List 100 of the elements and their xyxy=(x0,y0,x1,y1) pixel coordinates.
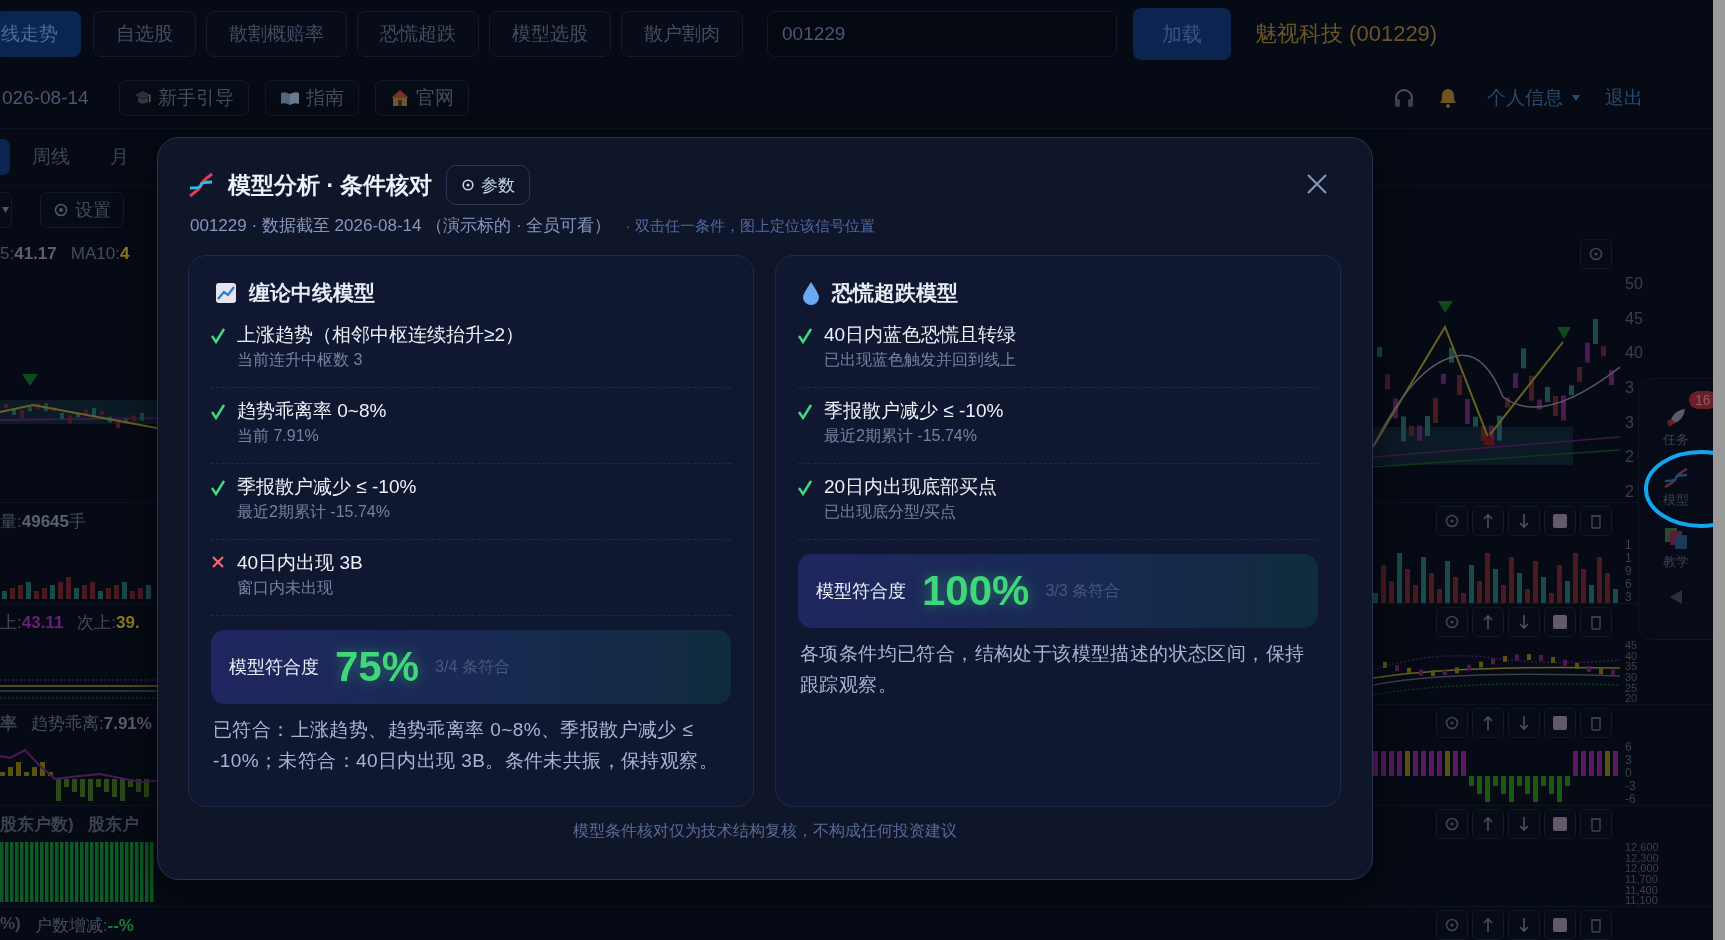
arrow-up-icon[interactable] xyxy=(1472,607,1504,637)
arrow-down-icon[interactable] xyxy=(1508,607,1540,637)
arrow-up-icon[interactable] xyxy=(1472,708,1504,738)
condition-row[interactable]: 趋势乖离率 0~8% 当前 7.91% xyxy=(211,388,731,464)
volume-bar xyxy=(1453,577,1458,603)
settings-icon[interactable] xyxy=(1580,239,1612,269)
volume-bar xyxy=(1533,561,1538,603)
candle xyxy=(4,404,8,408)
square-icon[interactable] xyxy=(1544,607,1576,637)
nav-tab[interactable]: 散户割肉 xyxy=(621,11,743,57)
headphones-icon[interactable] xyxy=(1393,87,1415,109)
trash-icon[interactable] xyxy=(1580,910,1612,940)
settings-icon[interactable] xyxy=(1436,910,1468,940)
nav-tab[interactable]: 模型选股 xyxy=(489,11,611,57)
candle xyxy=(1587,665,1591,672)
trash-icon[interactable] xyxy=(1580,809,1612,839)
user-menu[interactable]: 个人信息 xyxy=(1485,85,1583,111)
indicator-reading: MA10:4 xyxy=(70,244,130,264)
candle xyxy=(1521,348,1526,369)
macd-bar xyxy=(1501,776,1506,794)
candle xyxy=(1419,669,1423,676)
trash-icon[interactable] xyxy=(1580,607,1612,637)
bell-icon[interactable] xyxy=(1437,87,1459,109)
stock-code-field[interactable]: 001229 xyxy=(767,11,1117,57)
condition-detail: 已出现蓝色触发并回到线上 xyxy=(824,350,1017,370)
period-tab[interactable]: 周线 xyxy=(14,139,88,175)
candle xyxy=(1465,399,1470,425)
condition-row[interactable]: 40日内出现 3B 窗口内未出现 xyxy=(211,540,731,616)
settings-icon[interactable] xyxy=(1436,506,1468,536)
condition-detail: 最近2期累计 -15.74% xyxy=(237,502,391,522)
macd-bar xyxy=(1437,751,1442,776)
dropdown[interactable] xyxy=(0,192,12,228)
trash-icon[interactable] xyxy=(1580,708,1612,738)
volume-bar xyxy=(1557,565,1562,603)
macd-bar xyxy=(48,772,53,776)
indicator-title: 股东户 xyxy=(87,813,139,836)
volume-bar xyxy=(106,588,111,599)
macd-bar xyxy=(72,779,77,792)
volume-bar xyxy=(1581,569,1586,603)
macd-bar xyxy=(1445,751,1450,776)
hint-text: · 双击任一条件，图上定位该信号位置 xyxy=(625,217,875,236)
settings-button[interactable]: 设置 xyxy=(40,192,124,228)
settings-icon[interactable] xyxy=(1436,809,1468,839)
link-button[interactable]: 新手引导 xyxy=(118,80,249,116)
macd-bar xyxy=(144,779,149,797)
arrow-down-icon[interactable] xyxy=(1508,506,1540,536)
arrow-up-icon[interactable] xyxy=(1472,809,1504,839)
scrollbar[interactable] xyxy=(1713,0,1725,940)
arrow-up-icon[interactable] xyxy=(1472,910,1504,940)
collapse-icon[interactable] xyxy=(1669,589,1683,605)
volume-bar xyxy=(1493,569,1498,603)
period-tab[interactable]: 月 xyxy=(92,139,147,175)
arrow-down-icon[interactable] xyxy=(1508,809,1540,839)
period-tab[interactable] xyxy=(0,139,10,175)
link-button[interactable]: 指南 xyxy=(264,80,359,116)
axis-label: 9 xyxy=(1625,565,1632,577)
nav-tab[interactable]: 散割概赔率 xyxy=(206,11,347,57)
macd-bar xyxy=(1533,776,1538,802)
macd-bar xyxy=(1469,776,1474,786)
signal-triangle xyxy=(1483,433,1495,445)
rocket-icon xyxy=(1665,407,1687,429)
square-icon[interactable] xyxy=(1544,708,1576,738)
settings-icon[interactable] xyxy=(1436,708,1468,738)
square-icon[interactable] xyxy=(1544,809,1576,839)
candle xyxy=(52,407,56,412)
params-button[interactable]: 参数 xyxy=(446,165,531,205)
logout-link[interactable]: 退出 xyxy=(1603,85,1645,111)
condition-row[interactable]: 季报散户减少 ≤ -10% 最近2期累计 -15.74% xyxy=(798,388,1318,464)
settings-icon[interactable] xyxy=(1436,607,1468,637)
nav-tab[interactable]: 恐慌超跌 xyxy=(357,11,479,57)
square-icon[interactable] xyxy=(1544,910,1576,940)
disclaimer-text: 模型条件核对仅为技术结构复核，不构成任何投资建议 xyxy=(572,821,958,841)
macd-bar xyxy=(120,779,125,801)
nav-tab[interactable]: 线走势 xyxy=(0,11,81,57)
arrow-up-icon[interactable] xyxy=(1472,506,1504,536)
candle xyxy=(1393,398,1398,419)
card-title: 恐慌超跌模型 xyxy=(832,280,958,306)
condition-text: 20日内出现底部买点 xyxy=(824,475,998,499)
arrow-down-icon[interactable] xyxy=(1508,708,1540,738)
arrow-down-icon[interactable] xyxy=(1508,910,1540,940)
link-button[interactable]: 官网 xyxy=(374,80,469,116)
nav-tab[interactable]: 自选股 xyxy=(93,11,196,57)
candle xyxy=(76,413,80,418)
candle xyxy=(1563,659,1567,666)
condition-row[interactable]: 40日内蓝色恐慌且转绿 已出现蓝色触发并回到线上 xyxy=(798,312,1318,388)
condition-row[interactable]: 上涨趋势（相邻中枢连续抬升≥2） 当前连升中枢数 3 xyxy=(211,312,731,388)
macd-bar xyxy=(1549,776,1554,794)
caret-icon xyxy=(1571,94,1581,102)
macd-bar xyxy=(1525,776,1530,794)
candle xyxy=(1473,416,1478,427)
condition-row[interactable]: 20日内出现底部买点 已出现底分型/买点 xyxy=(798,464,1318,540)
volume-bar xyxy=(130,591,135,599)
square-icon[interactable] xyxy=(1544,506,1576,536)
volume-bar xyxy=(1517,573,1522,603)
trash-icon[interactable] xyxy=(1580,506,1612,536)
dialog-subtitle: 001229 · 数据截至 2026-08-14 （演示标的 · 全员可看） xyxy=(190,215,612,237)
macd-bar xyxy=(1493,776,1498,786)
candle xyxy=(1513,373,1518,389)
condition-row[interactable]: 季报散户减少 ≤ -10% 最近2期累计 -15.74% xyxy=(211,464,731,540)
macd-bar xyxy=(104,779,109,792)
